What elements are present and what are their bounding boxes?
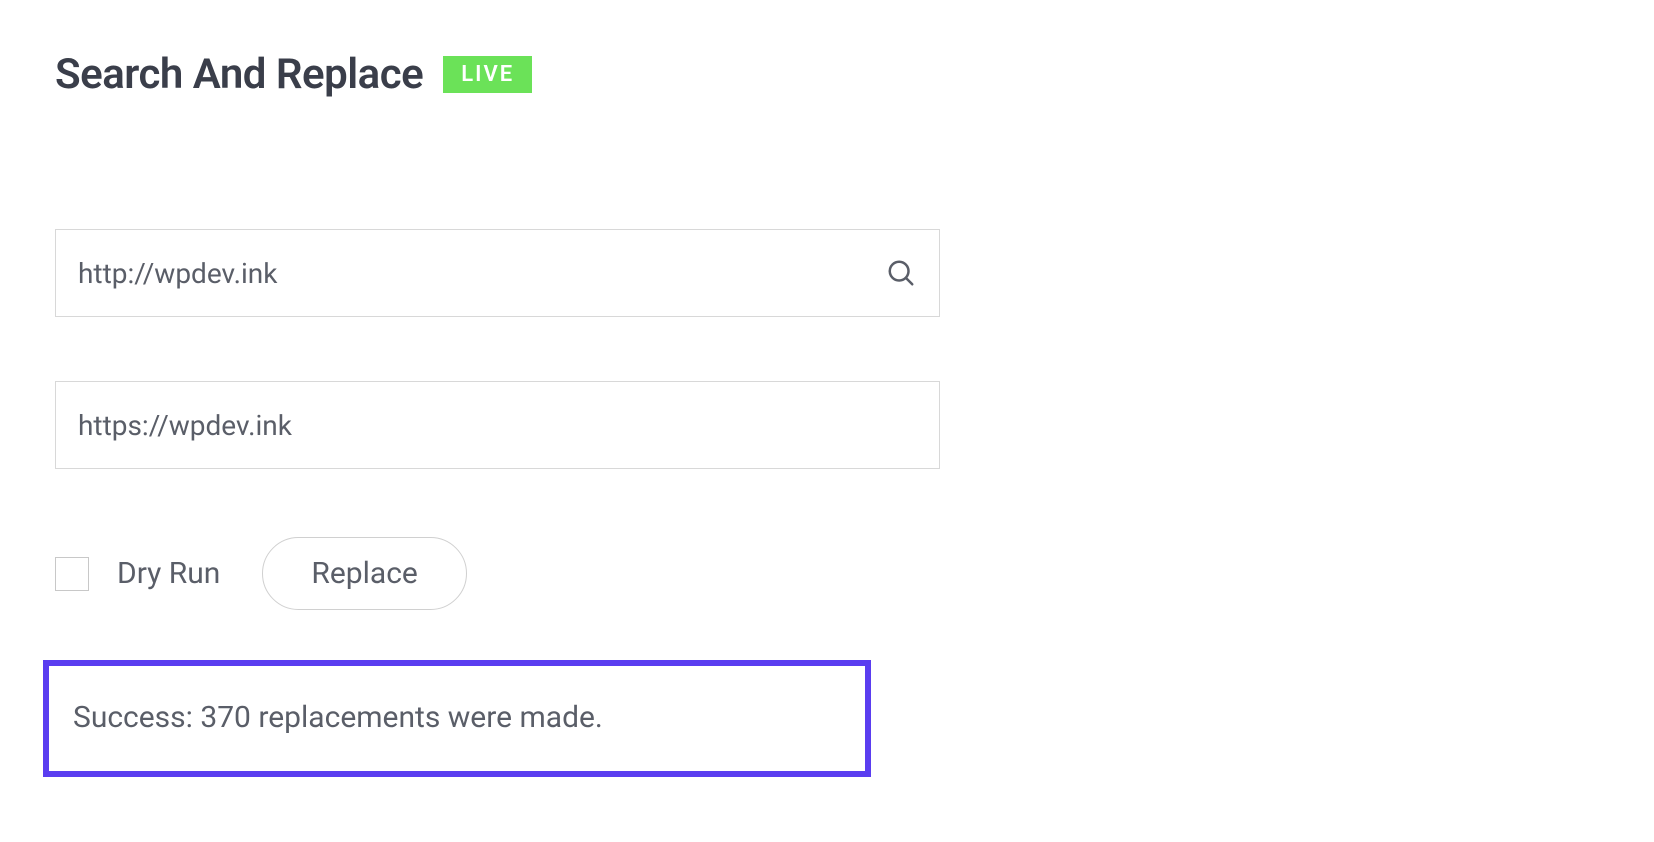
page-header: Search And Replace LIVE xyxy=(55,50,1599,99)
dry-run-checkbox[interactable] xyxy=(55,557,89,591)
search-replace-form: Dry Run Replace xyxy=(55,229,940,610)
dry-run-wrap: Dry Run xyxy=(55,556,220,591)
search-input-wrap xyxy=(55,229,940,317)
page-title: Search And Replace xyxy=(55,50,423,99)
live-badge: LIVE xyxy=(443,56,532,93)
result-highlight-box: Success: 370 replacements were made. xyxy=(43,660,871,777)
replace-button[interactable]: Replace xyxy=(262,537,466,610)
dry-run-label[interactable]: Dry Run xyxy=(117,556,220,591)
replace-input[interactable] xyxy=(55,381,940,469)
search-input[interactable] xyxy=(55,229,940,317)
controls-row: Dry Run Replace xyxy=(55,537,940,610)
replace-input-wrap xyxy=(55,381,940,469)
result-message: Success: 370 replacements were made. xyxy=(73,700,841,735)
